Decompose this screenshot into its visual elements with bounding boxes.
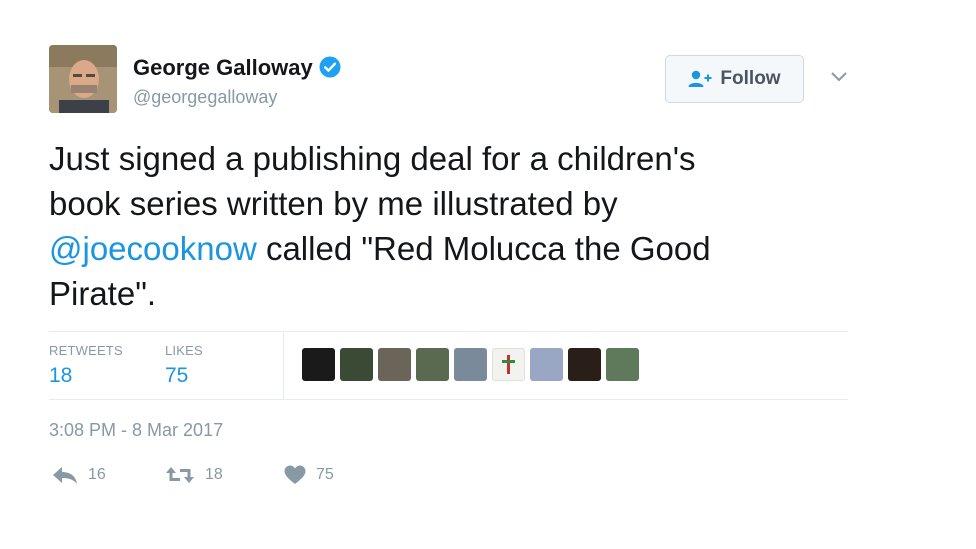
stats-divider-bottom <box>49 399 848 400</box>
liker-avatar[interactable] <box>302 348 335 381</box>
retweets-label: RETWEETS <box>49 343 123 358</box>
tweet-line-4: Pirate". <box>49 275 157 312</box>
follow-label: Follow <box>720 68 781 89</box>
retweet-count: 18 <box>205 466 223 483</box>
follow-button[interactable]: Follow <box>665 55 804 103</box>
follow-user-icon <box>688 70 712 87</box>
liker-avatar[interactable] <box>492 348 525 381</box>
verified-badge-icon <box>319 56 341 84</box>
author-name[interactable]: George Galloway <box>133 55 341 84</box>
like-count: 75 <box>316 466 334 483</box>
author-avatar-photo <box>49 45 117 113</box>
tweet-line-3: @joecooknow called "Red Molucca the Good <box>49 226 849 271</box>
author-avatar[interactable] <box>49 45 117 113</box>
liker-avatar[interactable] <box>378 348 411 381</box>
likes-count[interactable]: 75 <box>165 364 188 388</box>
liker-avatar[interactable] <box>568 348 601 381</box>
liker-avatars <box>302 348 639 381</box>
tweet-line-2: book series written by me illustrated by <box>49 185 618 222</box>
tweet-timestamp[interactable]: 3:08 PM - 8 Mar 2017 <box>49 420 223 441</box>
liker-avatar[interactable] <box>416 348 449 381</box>
heart-icon <box>284 465 306 484</box>
tweet-line-3-text: called "Red Molucca the Good <box>256 230 711 267</box>
mention-link[interactable]: @joecooknow <box>49 230 257 267</box>
stats-divider-top <box>49 331 848 332</box>
reply-icon <box>53 467 77 484</box>
likes-label: LIKES <box>165 343 203 358</box>
stats-vertical-divider <box>283 333 284 399</box>
retweets-count[interactable]: 18 <box>49 364 72 388</box>
retweet-button[interactable]: 18 <box>165 465 223 485</box>
tweet-text: Just signed a publishing deal for a chil… <box>49 136 849 316</box>
liker-avatar[interactable] <box>454 348 487 381</box>
liker-avatar[interactable] <box>340 348 373 381</box>
liker-avatar[interactable] <box>530 348 563 381</box>
reply-button[interactable]: 16 <box>52 465 106 485</box>
reply-count: 16 <box>88 466 106 483</box>
like-button[interactable]: 75 <box>284 465 334 485</box>
more-options-chevron-down-icon[interactable] <box>830 70 848 88</box>
retweet-icon <box>166 467 194 483</box>
author-handle[interactable]: @georgegalloway <box>133 87 277 108</box>
liker-avatar[interactable] <box>606 348 639 381</box>
tweet-line-1: Just signed a publishing deal for a chil… <box>49 140 696 177</box>
